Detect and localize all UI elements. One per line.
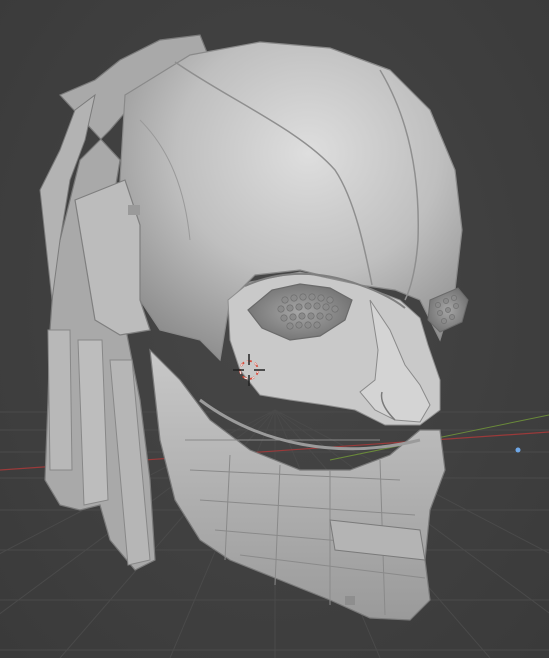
head-mesh[interactable]	[39, 34, 469, 621]
viewport-canvas[interactable]	[0, 0, 549, 658]
3d-viewport[interactable]	[0, 0, 549, 658]
light-point-icon[interactable]	[515, 447, 521, 453]
